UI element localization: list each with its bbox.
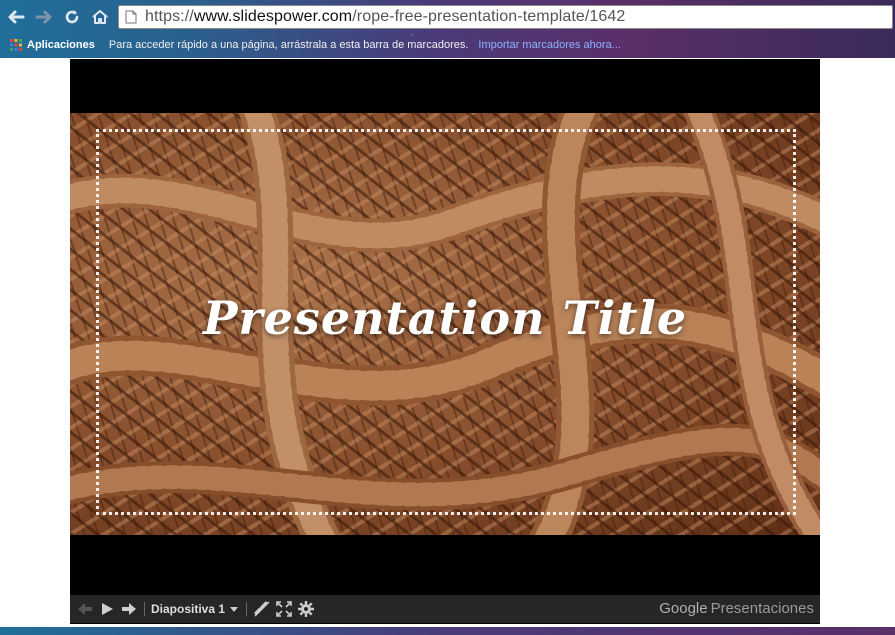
url-path: /rope-free-presentation-template/1642 <box>352 8 626 25</box>
slide-title: Presentation Title <box>202 291 688 345</box>
forward-button[interactable] <box>34 7 54 27</box>
play-icon <box>102 603 113 615</box>
arrow-right-icon <box>122 603 136 615</box>
toolbar-divider <box>246 602 248 616</box>
settings-button[interactable] <box>295 598 317 620</box>
next-slide-button[interactable] <box>118 598 140 620</box>
slide-selector-label: Diapositiva 1 <box>151 602 226 616</box>
fullscreen-button[interactable] <box>273 598 295 620</box>
arrow-left-icon <box>78 603 92 615</box>
play-button[interactable] <box>96 598 118 620</box>
arrow-left-icon <box>8 10 25 24</box>
brand-google: Google <box>659 600 708 617</box>
slide-canvas[interactable]: Presentation Title <box>70 113 820 535</box>
link-button[interactable] <box>251 598 273 620</box>
slides-viewer: Presentation Title Diapositiva 1 Google … <box>70 59 820 624</box>
bookmarks-hint: Para acceder rápido a una página, arrást… <box>108 39 469 51</box>
browser-chrome: https://www.slidespower.com/rope-free-pr… <box>0 0 895 58</box>
fullscreen-icon <box>276 601 292 617</box>
home-button[interactable] <box>90 7 110 27</box>
bookmarks-bar: Aplicaciones Para acceder rápido a una p… <box>0 34 895 56</box>
back-button[interactable] <box>6 7 26 27</box>
previous-slide-button[interactable] <box>74 598 96 620</box>
os-taskbar-strip <box>0 627 895 635</box>
url-text: https://www.slidespower.com/rope-free-pr… <box>145 8 625 26</box>
arrow-right-icon <box>35 10 52 24</box>
viewer-toolbar: Diapositiva 1 Google Presentaciones <box>70 595 820 623</box>
link-slash-icon <box>254 601 270 617</box>
address-bar[interactable]: https://www.slidespower.com/rope-free-pr… <box>118 5 893 29</box>
chevron-down-icon <box>230 606 239 612</box>
home-icon <box>92 10 108 24</box>
gear-icon <box>298 601 315 617</box>
slide-selector[interactable]: Diapositiva 1 <box>151 602 239 616</box>
google-slides-brand: Google Presentaciones <box>659 600 814 617</box>
apps-link[interactable]: Aplicaciones <box>27 39 95 51</box>
url-host: www.slidespower.com <box>193 8 353 25</box>
import-bookmarks-link[interactable]: Importar marcadores ahora... <box>478 39 620 51</box>
apps-grid-icon[interactable] <box>10 39 22 51</box>
brand-product: Presentaciones <box>710 600 814 617</box>
page-icon <box>125 10 137 24</box>
reload-icon <box>65 10 79 24</box>
reload-button[interactable] <box>62 7 82 27</box>
url-scheme: https:// <box>145 8 194 25</box>
toolbar-divider <box>144 602 145 616</box>
